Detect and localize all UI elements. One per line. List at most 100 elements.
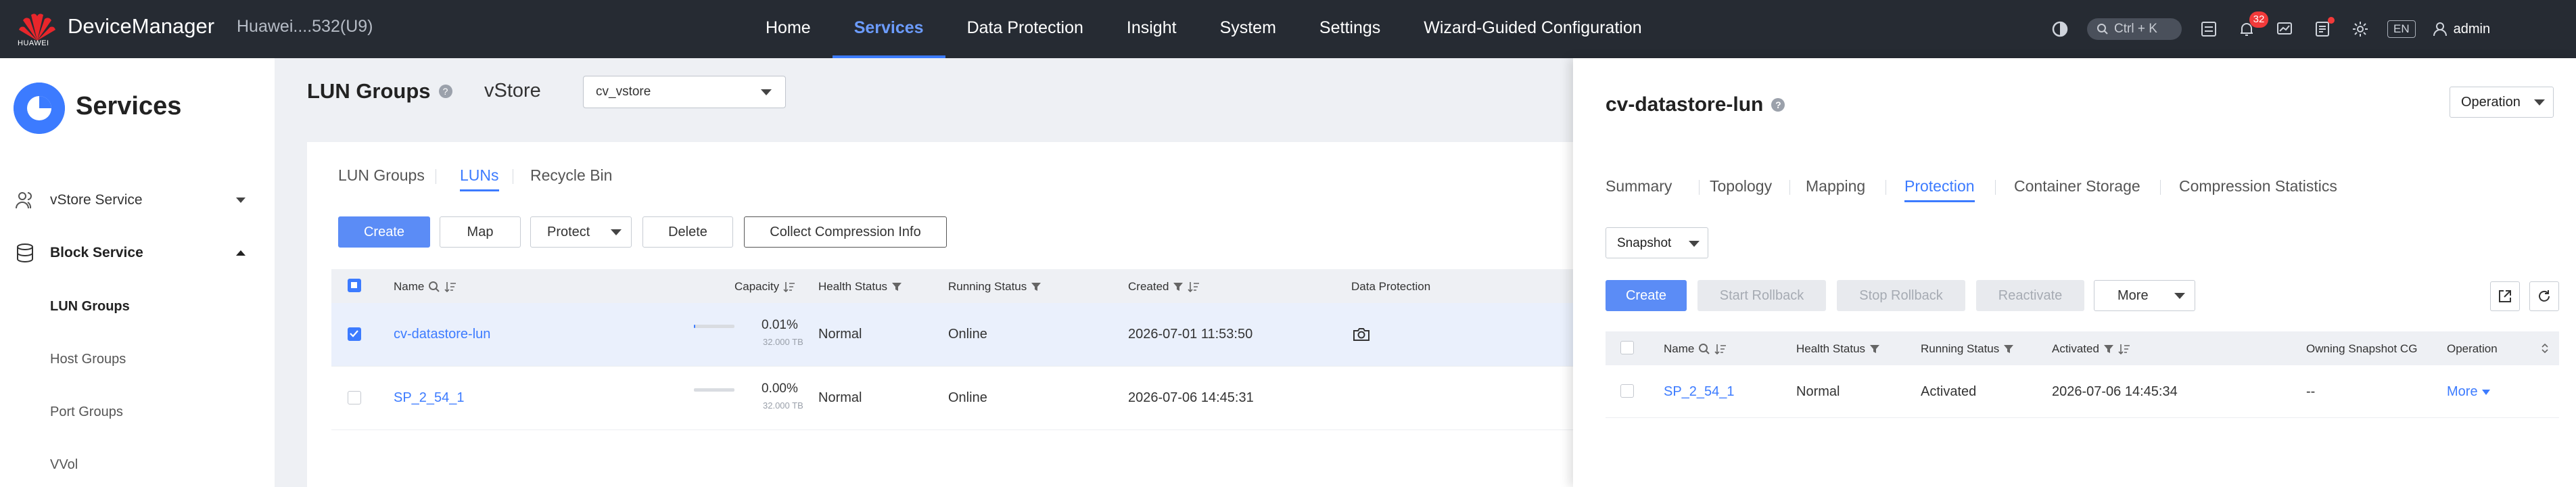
select-all-checkbox[interactable]: [1620, 341, 1634, 354]
filter-icon[interactable]: [1869, 344, 1880, 354]
nav-services[interactable]: Services: [832, 0, 945, 58]
filter-icon[interactable]: [1173, 281, 1184, 292]
column-name[interactable]: Name: [394, 280, 456, 294]
global-search[interactable]: Ctrl + K: [2087, 18, 2182, 40]
alarm-list-icon[interactable]: [2312, 17, 2335, 40]
select-all-checkbox[interactable]: [348, 279, 361, 292]
start-rollback-button[interactable]: Start Rollback: [1697, 280, 1826, 311]
more-button[interactable]: More: [2094, 280, 2195, 311]
monitor-icon[interactable]: [2274, 18, 2295, 40]
tab-summary[interactable]: Summary: [1606, 177, 1672, 195]
tab-luns[interactable]: LUNs: [460, 166, 499, 191]
bell-icon[interactable]: 32: [2236, 11, 2268, 40]
sidebar-item-port-groups[interactable]: Port Groups: [50, 404, 123, 420]
table-row[interactable]: cv-datastore-lun 0.01% 32.000 TB Normal …: [331, 303, 1606, 367]
help-icon[interactable]: ?: [1771, 98, 1785, 112]
column-running-status[interactable]: Running Status: [948, 280, 1041, 294]
sidebar-item-block-service[interactable]: Block Service: [0, 234, 275, 272]
tab-divider: [1789, 180, 1790, 195]
snapshot-camera-icon[interactable]: [1353, 326, 1370, 342]
snapshot-name-link[interactable]: SP_2_54_1: [1664, 384, 1735, 400]
nav-data-protection[interactable]: Data Protection: [945, 0, 1105, 58]
running-status: Online: [948, 390, 987, 405]
column-name[interactable]: Name: [1664, 342, 1727, 356]
created-time: 2026-07-06 14:45:31: [1128, 390, 1254, 405]
device-name[interactable]: Huawei....532(U9): [237, 17, 373, 37]
column-settings-icon[interactable]: [2540, 342, 2550, 354]
sidebar-item-vvol[interactable]: VVol: [50, 457, 78, 473]
filter-icon[interactable]: [891, 281, 902, 292]
search-icon[interactable]: [428, 281, 440, 293]
capacity-fill: [694, 325, 695, 328]
chevron-down-icon: [1689, 241, 1700, 247]
snapshot-row[interactable]: SP_2_54_1 Normal Activated 2026-07-06 14…: [1606, 365, 2559, 418]
column-running-label: Running Status: [948, 280, 1027, 293]
column-capacity[interactable]: Capacity: [734, 280, 795, 294]
collect-compression-button[interactable]: Collect Compression Info: [744, 216, 947, 248]
table-row[interactable]: SP_2_54_1 0.00% 32.000 TB Normal Online …: [331, 367, 1606, 430]
vstore-select[interactable]: cv_vstore: [583, 76, 786, 108]
row-checkbox[interactable]: [348, 327, 361, 341]
chevron-down-icon: [2534, 99, 2545, 106]
snapshot-create-button[interactable]: Create: [1606, 280, 1687, 311]
lun-name-link[interactable]: cv-datastore-lun: [394, 327, 490, 342]
row-checkbox[interactable]: [1620, 384, 1634, 398]
tab-divider: [1995, 180, 1996, 195]
reactivate-button[interactable]: Reactivate: [1976, 280, 2084, 311]
refresh-icon[interactable]: [2529, 281, 2559, 311]
row-more-menu[interactable]: More: [2447, 384, 2490, 400]
column-health-label: Health Status: [1796, 342, 1866, 355]
sort-icon[interactable]: [1188, 281, 1200, 293]
column-health-status[interactable]: Health Status: [1796, 342, 1880, 356]
sort-icon[interactable]: [783, 281, 795, 293]
column-activated[interactable]: Activated: [2052, 342, 2130, 356]
nav-system[interactable]: System: [1198, 0, 1298, 58]
tab-container-storage[interactable]: Container Storage: [2014, 177, 2140, 195]
tab-protection[interactable]: Protection: [1904, 177, 1975, 202]
create-button[interactable]: Create: [338, 216, 430, 248]
tasks-icon[interactable]: [2198, 18, 2220, 40]
sort-icon[interactable]: [2118, 343, 2130, 355]
nav-insight[interactable]: Insight: [1105, 0, 1198, 58]
nav-settings[interactable]: Settings: [1298, 0, 1402, 58]
tab-lun-groups[interactable]: LUN Groups: [338, 166, 425, 185]
search-icon[interactable]: [1698, 343, 1710, 355]
capacity-bar: [694, 388, 734, 392]
protect-button[interactable]: Protect: [530, 216, 632, 248]
tab-mapping[interactable]: Mapping: [1806, 177, 1865, 195]
operation-dropdown[interactable]: Operation: [2450, 87, 2554, 118]
column-running-status[interactable]: Running Status: [1921, 342, 2014, 356]
language-switch[interactable]: EN: [2387, 20, 2416, 38]
main-nav: Home Services Data Protection Insight Sy…: [744, 0, 1664, 58]
column-health-status[interactable]: Health Status: [818, 280, 902, 294]
nav-wizard[interactable]: Wizard-Guided Configuration: [1402, 0, 1663, 58]
tab-recycle-bin[interactable]: Recycle Bin: [530, 166, 612, 185]
sidebar-item-vstore-service[interactable]: vStore Service: [0, 181, 275, 219]
export-icon[interactable]: [2490, 281, 2520, 311]
column-created[interactable]: Created: [1128, 280, 1200, 294]
row-checkbox[interactable]: [348, 391, 361, 404]
theme-icon[interactable]: [2049, 18, 2071, 40]
sort-icon[interactable]: [444, 281, 456, 293]
lun-name-link[interactable]: SP_2_54_1: [394, 390, 465, 406]
sort-icon[interactable]: [1714, 343, 1727, 355]
filter-icon[interactable]: [2103, 344, 2114, 354]
left-sidebar: Services vStore Service Block Service LU…: [0, 58, 275, 487]
user-menu[interactable]: admin: [2432, 21, 2490, 37]
filter-icon[interactable]: [2003, 344, 2014, 354]
tab-compression-statistics[interactable]: Compression Statistics: [2179, 177, 2337, 195]
column-name-label: Name: [1664, 342, 1695, 355]
nav-home[interactable]: Home: [744, 0, 833, 58]
top-tools: Ctrl + K 32 EN admin: [2049, 0, 2490, 58]
map-button[interactable]: Map: [440, 216, 521, 248]
filter-icon[interactable]: [1031, 281, 1041, 292]
gear-icon[interactable]: [2349, 18, 2371, 40]
stop-rollback-button[interactable]: Stop Rollback: [1837, 280, 1965, 311]
tab-topology[interactable]: Topology: [1710, 177, 1772, 195]
sidebar-item-host-groups[interactable]: Host Groups: [50, 352, 126, 367]
sidebar-item-lun-groups[interactable]: LUN Groups: [50, 299, 130, 315]
chevron-down-icon: [761, 89, 772, 95]
snapshot-type-select[interactable]: Snapshot: [1606, 227, 1708, 258]
delete-button[interactable]: Delete: [642, 216, 733, 248]
help-icon[interactable]: ?: [438, 85, 452, 98]
